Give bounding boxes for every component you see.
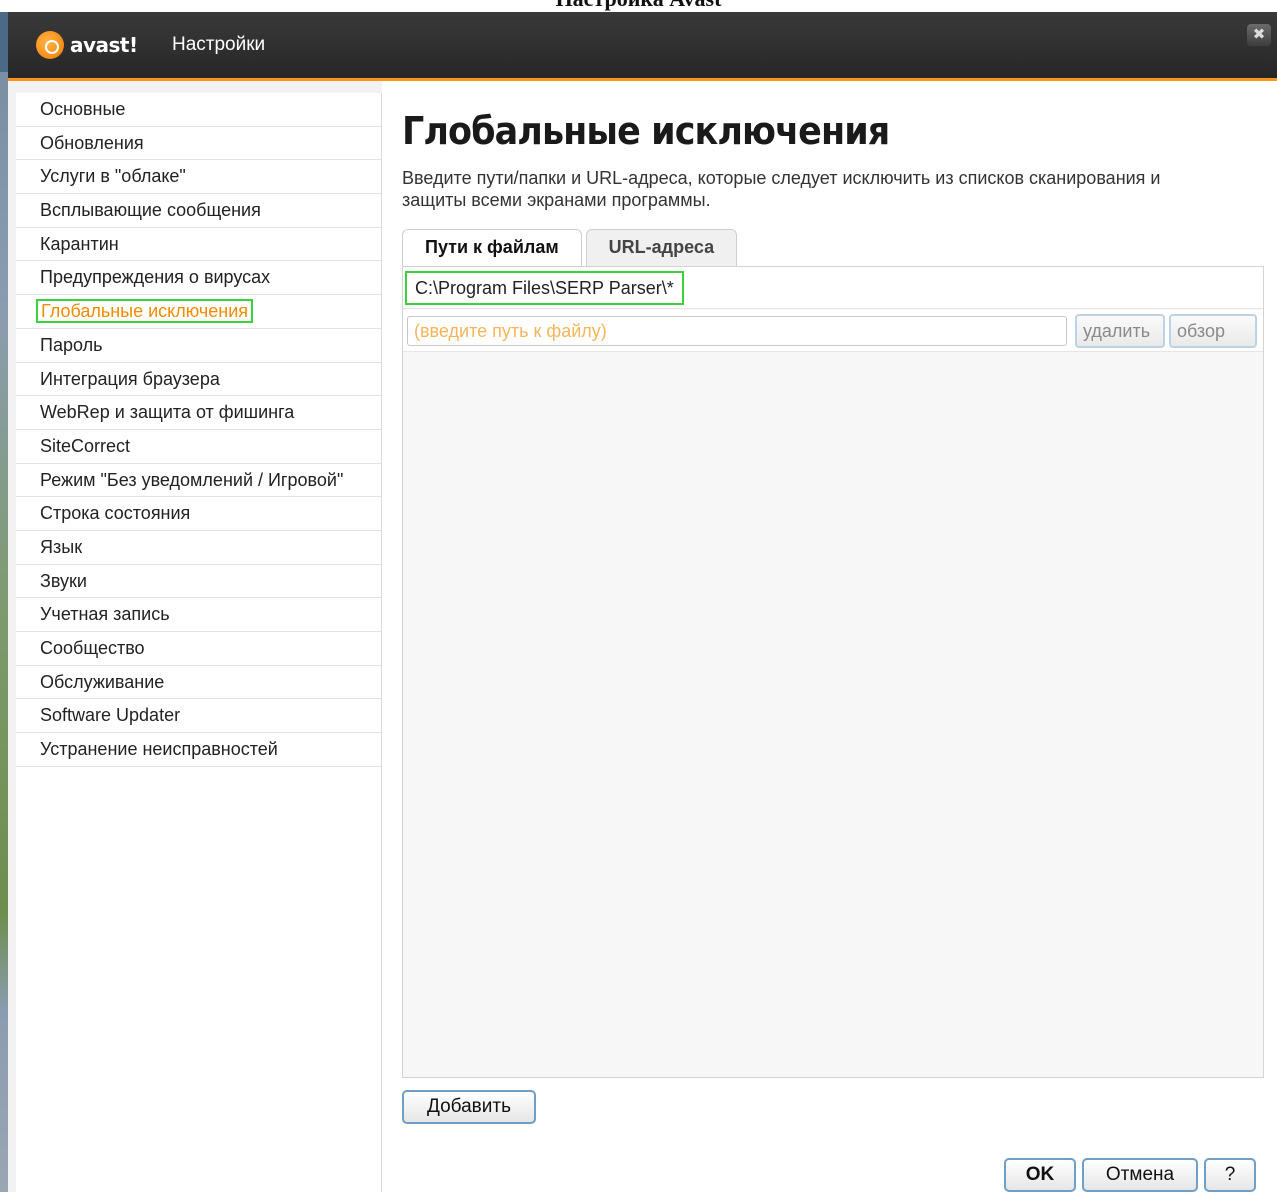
- path-input[interactable]: [407, 316, 1067, 346]
- ok-button[interactable]: OK: [1004, 1158, 1076, 1192]
- sidebar-item-webrep[interactable]: WebRep и защита от фишинга: [16, 396, 381, 430]
- settings-sidebar: Основные Обновления Услуги в "облаке" Вс…: [16, 93, 382, 1192]
- sidebar-item-label: Основные: [40, 99, 126, 119]
- tab-file-paths[interactable]: Пути к файлам: [402, 229, 582, 266]
- page-description: Введите пути/папки и URL-адреса, которые…: [402, 168, 1161, 210]
- sidebar-item-label: WebRep и защита от фишинга: [40, 402, 295, 423]
- page-title: Глобальные исключения: [402, 109, 890, 153]
- document-header-text: Настройка Avast: [0, 0, 1277, 12]
- delete-button[interactable]: удалить: [1075, 314, 1165, 348]
- sidebar-item-label: Предупреждения о вирусах: [40, 267, 271, 288]
- sidebar-item-label: Пароль: [40, 334, 103, 355]
- window-title: Настройки: [172, 34, 266, 55]
- main-content: Глобальные исключения Введите пути/папки…: [382, 81, 1277, 1192]
- sidebar-item-label: Режим "Без уведомлений / Игровой": [40, 469, 344, 490]
- sidebar-item-label: Учетная запись: [40, 604, 170, 625]
- sidebar-item-community[interactable]: Сообщество: [16, 632, 381, 666]
- list-item[interactable]: C:\Program Files\SERP Parser\*: [403, 267, 1263, 309]
- sidebar-item-troubleshooting[interactable]: Устранение неисправностей: [16, 733, 381, 767]
- tab-urls[interactable]: URL-адреса: [585, 229, 738, 266]
- help-button[interactable]: ?: [1204, 1158, 1256, 1192]
- avast-logo: avast!: [36, 30, 138, 60]
- sidebar-item-label: Карантин: [40, 233, 119, 254]
- title-bar[interactable]: avast! Настройки ✖: [8, 12, 1277, 79]
- sidebar-item-sitecorrect[interactable]: SiteCorrect: [16, 430, 381, 464]
- sidebar-item-label: Устранение неисправностей: [40, 739, 278, 760]
- sidebar-item-account[interactable]: Учетная запись: [16, 598, 381, 632]
- sidebar-item-label: Software Updater: [40, 705, 181, 726]
- sidebar-item-label: Строка состояния: [40, 503, 191, 524]
- sidebar-item-label: Интеграция браузера: [40, 368, 220, 389]
- exclusions-list-panel: C:\Program Files\SERP Parser\* удалить о…: [402, 266, 1264, 1078]
- sidebar-item-quarantine[interactable]: Карантин: [16, 228, 381, 262]
- sidebar-item-global-exclusions[interactable]: Глобальные исключения: [16, 295, 381, 329]
- sidebar-item-label: Глобальные исключения: [36, 299, 253, 324]
- sidebar-item-updates[interactable]: Обновления: [16, 127, 381, 161]
- sidebar-item-browser-integration[interactable]: Интеграция браузера: [16, 363, 381, 397]
- add-button[interactable]: Добавить: [402, 1090, 536, 1124]
- sidebar-item-status-bar[interactable]: Строка состояния: [16, 497, 381, 531]
- document-header: Настройка Avast: [0, 0, 1277, 12]
- sidebar-item-label: Звуки: [40, 570, 87, 591]
- close-button[interactable]: ✖: [1247, 24, 1271, 46]
- sidebar-item-sounds[interactable]: Звуки: [16, 565, 381, 599]
- cancel-button[interactable]: Отмена: [1082, 1158, 1198, 1192]
- sidebar-item-label: Обновления: [40, 132, 144, 153]
- sidebar-item-label: SiteCorrect: [40, 435, 131, 456]
- sidebar-item-virus-alerts[interactable]: Предупреждения о вирусах: [16, 261, 381, 296]
- sidebar-item-popups[interactable]: Всплывающие сообщения: [16, 194, 381, 228]
- sidebar-item-password[interactable]: Пароль: [16, 329, 381, 363]
- browse-button[interactable]: обзор: [1169, 314, 1257, 348]
- sidebar-item-language[interactable]: Язык: [16, 531, 381, 565]
- sidebar-item-cloud-services[interactable]: Услуги в "облаке": [16, 160, 381, 195]
- settings-window: avast! Настройки ✖ Основные Обновления У…: [8, 12, 1277, 1192]
- sidebar-item-label: Услуги в "облаке": [40, 166, 186, 187]
- sidebar-item-general[interactable]: Основные: [16, 93, 381, 127]
- sidebar-item-maintenance[interactable]: Обслуживание: [16, 666, 381, 700]
- sidebar-item-silent-gaming-mode[interactable]: Режим "Без уведомлений / Игровой": [16, 464, 381, 498]
- exclusion-tabs: Пути к файлам URL-адреса: [402, 229, 741, 266]
- new-path-row: удалить обзор: [403, 310, 1263, 352]
- sidebar-item-label: Обслуживание: [40, 671, 165, 692]
- close-icon: ✖: [1252, 26, 1266, 43]
- sidebar-item-label: Язык: [40, 536, 83, 557]
- avast-logo-icon: [36, 31, 64, 59]
- avast-logo-text: avast!: [70, 33, 138, 57]
- sidebar-item-label: Всплывающие сообщения: [40, 200, 261, 221]
- exclusion-path-entry[interactable]: C:\Program Files\SERP Parser\*: [405, 271, 684, 305]
- sidebar-item-software-updater[interactable]: Software Updater: [16, 699, 381, 734]
- sidebar-item-label: Сообщество: [40, 638, 145, 658]
